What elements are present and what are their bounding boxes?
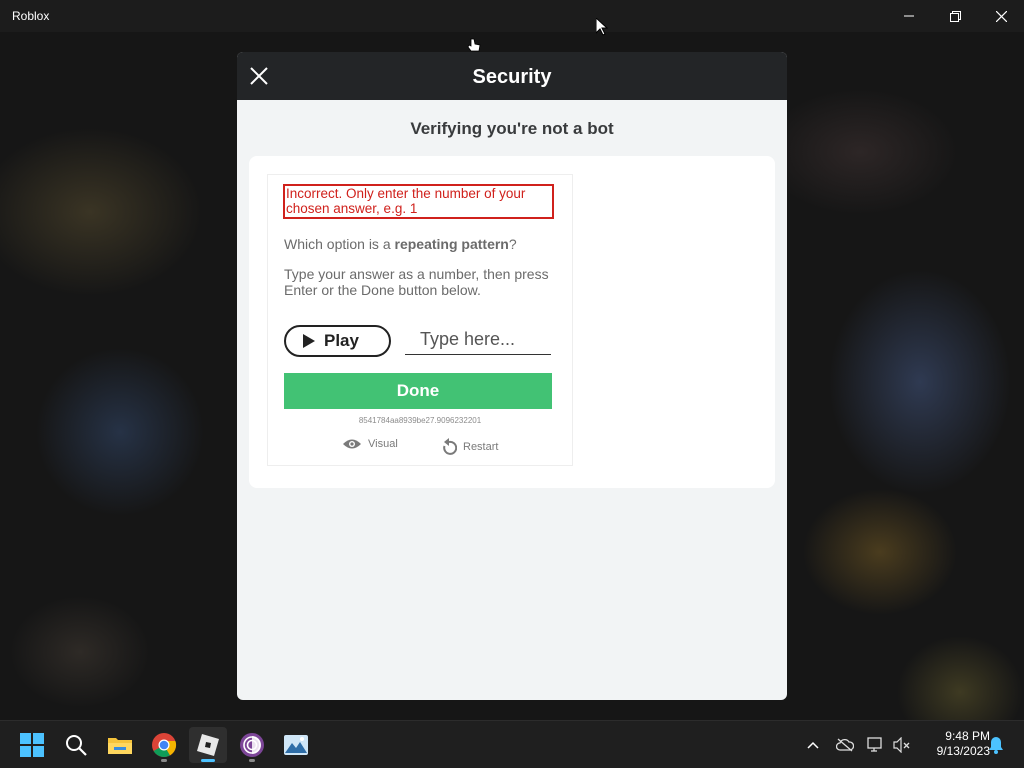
taskbar — [0, 720, 1024, 768]
done-button[interactable]: Done — [284, 373, 552, 409]
play-label: Play — [324, 331, 359, 350]
restart-challenge-link[interactable]: Restart — [441, 438, 498, 456]
minimize-button[interactable] — [886, 0, 932, 32]
challenge-instructions: Type your answer as a number, then press… — [284, 266, 549, 298]
volume-tray-button[interactable] — [892, 735, 912, 755]
system-clock[interactable]: 9:48 PM 9/13/2023 — [918, 729, 990, 759]
hand-cursor-icon — [467, 38, 481, 52]
question-suffix: ? — [508, 236, 517, 252]
onedrive-icon — [836, 738, 854, 752]
onedrive-tray-button[interactable] — [835, 735, 855, 755]
roblox-button[interactable] — [189, 727, 227, 763]
clock-time: 9:48 PM — [945, 729, 990, 743]
minimize-icon — [904, 15, 914, 17]
search-icon — [66, 735, 87, 756]
windows-start-icon — [20, 733, 44, 757]
restart-label: Restart — [463, 441, 499, 453]
close-icon — [995, 10, 1007, 22]
tor-browser-icon — [240, 733, 264, 757]
restart-icon — [443, 438, 457, 455]
clock-date: 9/13/2023 — [936, 744, 990, 758]
challenge-question: Which option is a repeating pattern? — [284, 236, 517, 252]
show-hidden-icons-button[interactable] — [803, 735, 823, 755]
tor-browser-button[interactable] — [233, 727, 271, 763]
file-explorer-button[interactable] — [101, 727, 139, 763]
play-audio-button[interactable]: Play — [284, 325, 391, 357]
start-button[interactable] — [13, 727, 51, 763]
eye-icon — [343, 439, 361, 449]
modal-header: Security — [237, 52, 787, 100]
roblox-icon — [197, 734, 219, 756]
network-icon — [867, 737, 882, 752]
close-window-button[interactable] — [978, 0, 1024, 32]
running-indicator — [161, 759, 167, 762]
arrow-cursor-icon — [596, 18, 608, 36]
active-indicator — [201, 759, 215, 762]
restore-icon — [949, 10, 961, 22]
answer-input[interactable] — [405, 325, 551, 355]
modal-subtitle: Verifying you're not a bot — [410, 119, 614, 138]
error-message: Incorrect. Only enter the number of your… — [283, 184, 554, 219]
restore-button[interactable] — [932, 0, 978, 32]
visual-label: Visual — [368, 438, 398, 450]
captcha-card: Incorrect. Only enter the number of your… — [249, 156, 775, 488]
running-indicator — [249, 759, 255, 762]
search-button[interactable] — [57, 727, 95, 763]
volume-muted-icon — [893, 737, 910, 753]
question-keyword: repeating pattern — [394, 236, 509, 252]
notification-bell-icon — [989, 737, 1003, 754]
session-id: 8541784aa8939be27.9096232201 — [358, 416, 482, 425]
chrome-button[interactable] — [145, 727, 183, 763]
network-tray-button[interactable] — [866, 735, 886, 755]
security-modal: Security Verifying you're not a bot Inco… — [237, 52, 787, 700]
modal-title: Security — [472, 66, 552, 88]
window-titlebar: Roblox — [0, 0, 1024, 32]
chevron-up-icon — [807, 741, 819, 749]
question-prefix: Which option is a — [284, 236, 395, 252]
play-icon — [303, 334, 315, 348]
audio-challenge: Incorrect. Only enter the number of your… — [267, 174, 573, 466]
visual-challenge-link[interactable]: Visual — [342, 438, 398, 450]
photos-button[interactable] — [277, 727, 315, 763]
window-title: Roblox — [12, 9, 50, 23]
file-explorer-icon — [108, 738, 132, 754]
photos-icon — [284, 735, 308, 755]
chrome-icon — [152, 733, 177, 758]
